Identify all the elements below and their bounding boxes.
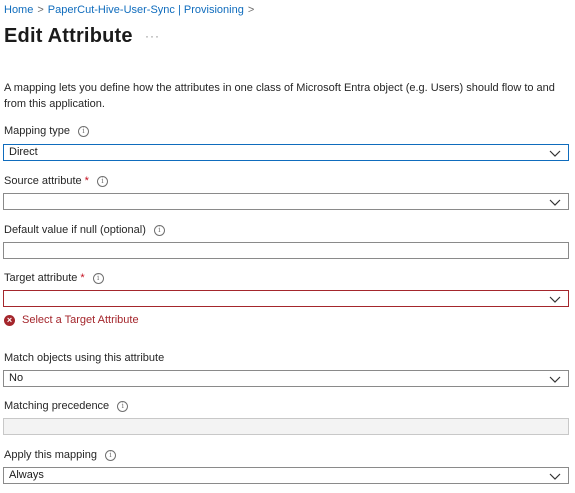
match-objects-label: Match objects using this attribute <box>4 352 164 364</box>
match-objects-value: No <box>9 372 24 384</box>
apply-mapping-dropdown[interactable]: Always <box>3 467 569 484</box>
default-value-input[interactable] <box>3 242 569 259</box>
info-icon[interactable]: i <box>78 125 90 137</box>
breadcrumb: Home > PaperCut-Hive-User-Sync | Provision… <box>4 4 258 16</box>
chevron-down-icon <box>549 473 561 480</box>
target-attribute-error: × Select a Target Attribute <box>4 314 139 326</box>
chevron-down-icon <box>549 150 561 157</box>
source-attribute-dropdown[interactable] <box>3 193 569 210</box>
matching-precedence-input <box>3 418 569 435</box>
required-marker: * <box>80 272 85 284</box>
target-attribute-label: Target attribute * i <box>4 272 104 284</box>
page-title: Edit Attribute <box>4 25 133 47</box>
mapping-type-value: Direct <box>9 146 38 158</box>
apply-mapping-label-text: Apply this mapping <box>4 449 97 461</box>
matching-precedence-label: Matching precedence i <box>4 400 129 412</box>
source-attribute-label: Source attribute * i <box>4 175 108 187</box>
breadcrumb-provisioning-link[interactable]: PaperCut-Hive-User-Sync | Provisioning <box>48 4 244 16</box>
mapping-type-dropdown[interactable]: Direct <box>3 144 569 161</box>
target-attribute-error-text: Select a Target Attribute <box>22 314 139 326</box>
info-icon[interactable]: i <box>104 449 116 461</box>
target-attribute-dropdown[interactable] <box>3 290 569 307</box>
chevron-down-icon <box>549 296 561 303</box>
match-objects-dropdown[interactable]: No <box>3 370 569 387</box>
default-value-label: Default value if null (optional) i <box>4 224 165 236</box>
breadcrumb-home-link[interactable]: Home <box>4 4 33 16</box>
info-icon[interactable]: i <box>153 224 165 236</box>
apply-mapping-label: Apply this mapping i <box>4 449 116 461</box>
target-attribute-label-text: Target attribute <box>4 272 78 284</box>
info-icon[interactable]: i <box>117 400 129 412</box>
mapping-type-label: Mapping type i <box>4 125 90 137</box>
default-value-label-text: Default value if null (optional) <box>4 224 146 236</box>
chevron-down-icon <box>549 376 561 383</box>
required-marker: * <box>84 175 89 187</box>
more-options-button[interactable]: ··· <box>145 29 160 43</box>
error-icon: × <box>4 314 15 326</box>
page-description: A mapping lets you define how the attrib… <box>4 82 555 110</box>
match-objects-label-text: Match objects using this attribute <box>4 352 165 364</box>
chevron-down-icon <box>549 199 561 206</box>
matching-precedence-label-text: Matching precedence <box>4 400 110 412</box>
mapping-type-label-text: Mapping type <box>4 125 71 137</box>
info-icon[interactable]: i <box>96 175 108 187</box>
info-icon[interactable]: i <box>92 272 104 284</box>
source-attribute-label-text: Source attribute <box>4 175 82 187</box>
breadcrumb-separator: > <box>37 4 44 16</box>
apply-mapping-value: Always <box>9 469 44 481</box>
breadcrumb-separator: > <box>247 4 255 16</box>
